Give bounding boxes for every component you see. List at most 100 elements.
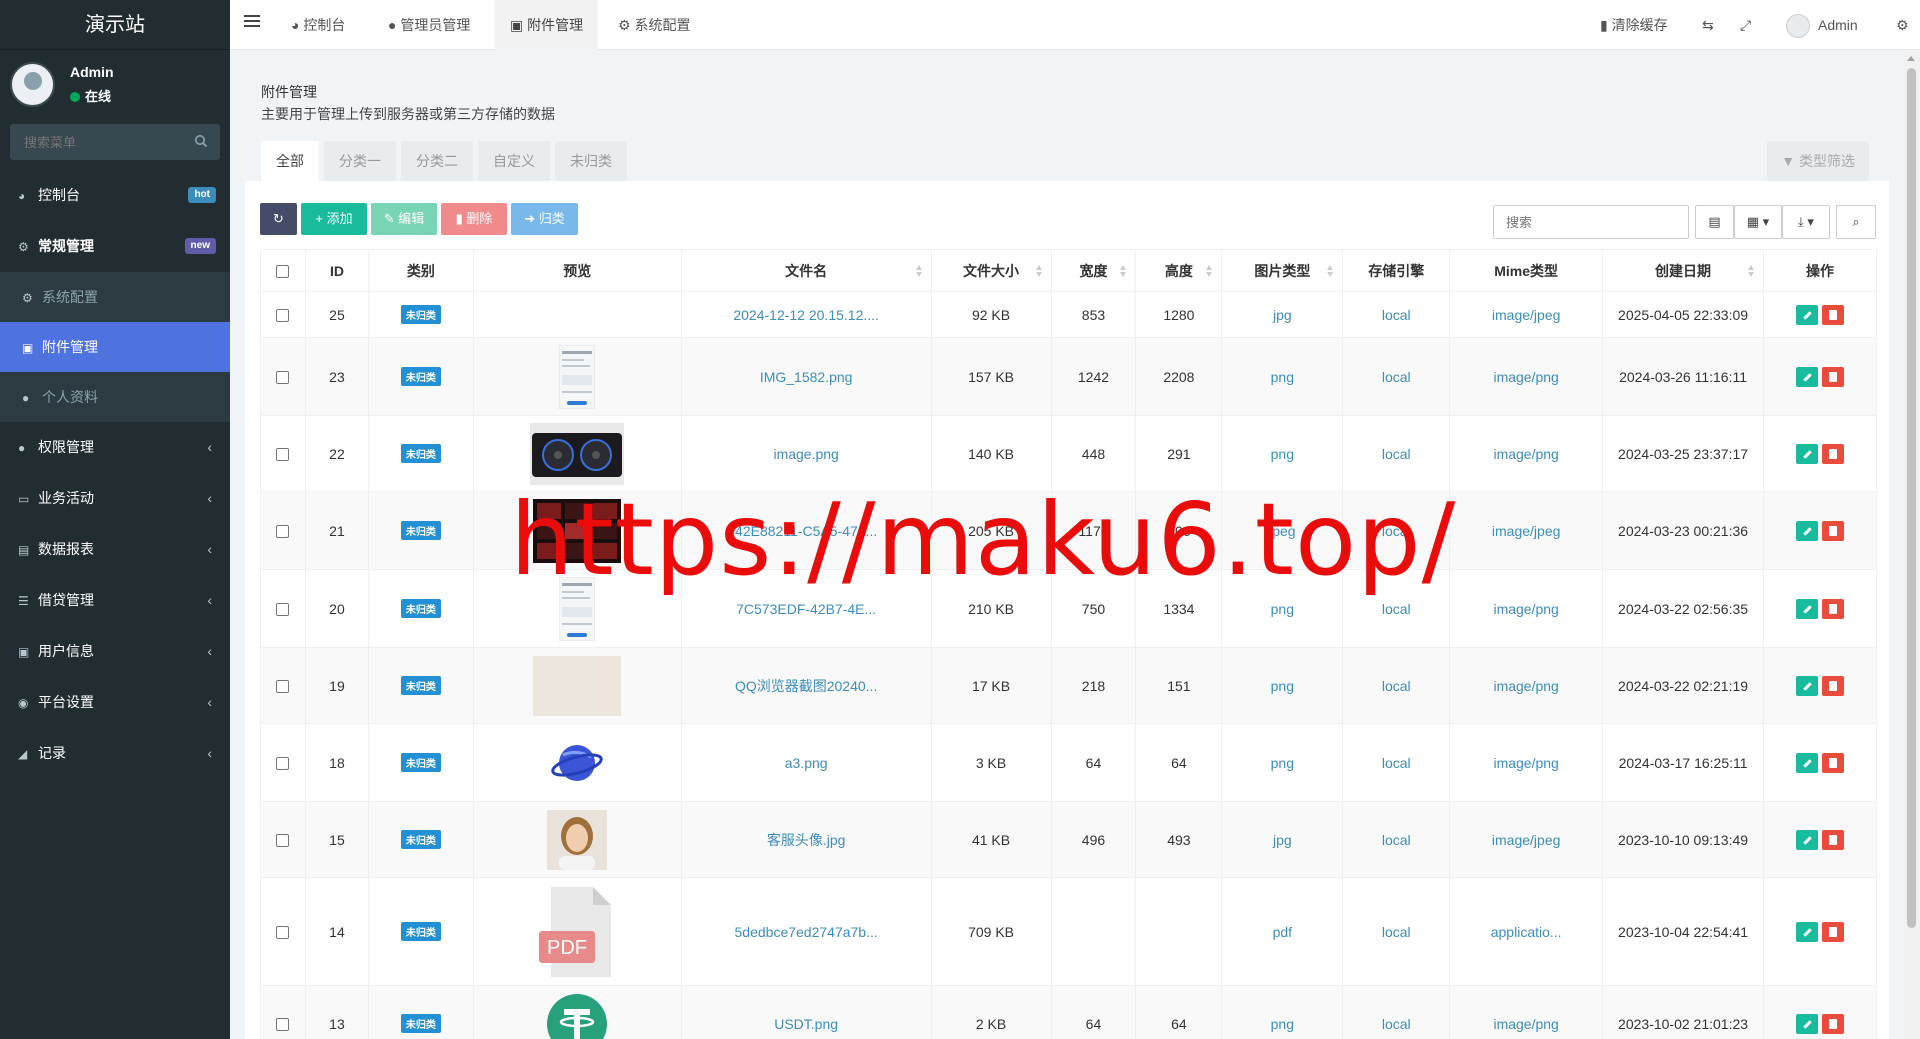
- cell-filename[interactable]: IMG_1582.png: [680, 337, 932, 416]
- cell-filename[interactable]: 7C573EDF-42B7-4E...: [680, 569, 932, 648]
- sidebar-search-input[interactable]: [10, 124, 220, 160]
- delete-row-button[interactable]: [1822, 1013, 1844, 1034]
- sidebar-item-report[interactable]: ▤ 数据报表 ‹: [0, 524, 230, 575]
- cell-type[interactable]: png: [1221, 569, 1344, 648]
- user-menu[interactable]: Admin: [1786, 0, 1858, 50]
- sidebar-item-dashboard[interactable]: ◕ 控制台 hot: [0, 170, 230, 221]
- cell-filename[interactable]: 5dedbce7ed2747a7b...: [680, 877, 932, 986]
- sidebar-item-config[interactable]: ⚙ 系统配置: [0, 272, 230, 322]
- cell-type[interactable]: png: [1221, 415, 1344, 492]
- table-row[interactable]: 15 未归类 客服头像.jpg 41 KB 496 493 jpg local image/jp…: [260, 801, 1877, 878]
- row-checkbox[interactable]: [276, 834, 290, 848]
- translate-icon[interactable]: ⇆: [1702, 0, 1714, 50]
- edit-row-button[interactable]: [1796, 921, 1818, 942]
- edit-row-button[interactable]: [1796, 1013, 1818, 1034]
- preview-image[interactable]: [547, 993, 608, 1039]
- scrollbar-thumb[interactable]: [1907, 68, 1916, 928]
- table-row[interactable]: 14 未归类 PDF 5dedbce7ed2747a7b... 709 KB pdf loc…: [260, 877, 1877, 986]
- add-button[interactable]: + 添加: [301, 203, 367, 235]
- sidebar-item-profile[interactable]: ● 个人资料: [0, 372, 230, 422]
- sidebar-item-activity[interactable]: ▭ 业务活动 ‹: [0, 473, 230, 524]
- tab-category-1[interactable]: 分类一: [324, 141, 396, 181]
- edit-row-button[interactable]: [1796, 752, 1818, 773]
- tab-attachment[interactable]: ▣ 附件管理: [495, 0, 599, 50]
- cell-mime[interactable]: image/png: [1449, 723, 1604, 802]
- pdf-file-icon[interactable]: PDF: [537, 885, 617, 979]
- row-checkbox[interactable]: [276, 371, 290, 385]
- cell-type[interactable]: pdf: [1221, 877, 1344, 986]
- preview-image[interactable]: [533, 655, 622, 716]
- table-row[interactable]: 25 未归类 2024-12-12 20.15.12.... 92 KB 853 1280…: [260, 291, 1877, 338]
- table-row[interactable]: 21 未归类 42E88211-C5A5-470... 205 KB 1170 806 jp…: [260, 491, 1877, 570]
- refresh-button[interactable]: ↻: [260, 203, 297, 235]
- delete-row-button[interactable]: [1822, 304, 1844, 325]
- cell-filename[interactable]: 客服头像.jpg: [680, 801, 932, 878]
- col-width[interactable]: 宽度: [1050, 249, 1137, 292]
- col-height[interactable]: 高度: [1135, 249, 1223, 292]
- cell-filename[interactable]: a3.png: [680, 723, 932, 802]
- clear-cache-button[interactable]: ▮ 清除缓存: [1600, 0, 1668, 50]
- table-row[interactable]: 18 未归类 a3.png 3 KB 64 64 png local image/png 2024…: [260, 723, 1877, 802]
- sidebar-item-attachment[interactable]: ▣ 附件管理: [0, 322, 230, 372]
- sidebar-item-platform[interactable]: ◉ 平台设置 ‹: [0, 677, 230, 728]
- cell-type[interactable]: png: [1221, 723, 1344, 802]
- cell-type[interactable]: jpg: [1221, 291, 1344, 338]
- delete-row-button[interactable]: [1822, 921, 1844, 942]
- col-image-type[interactable]: 图片类型: [1221, 249, 1344, 292]
- cell-mime[interactable]: image/png: [1449, 985, 1604, 1039]
- cell-mime[interactable]: image/png: [1449, 415, 1604, 492]
- export-button[interactable]: ⤓ ▾: [1782, 205, 1830, 239]
- cell-mime[interactable]: image/png: [1449, 337, 1604, 416]
- delete-row-button[interactable]: [1822, 829, 1844, 850]
- tab-unclassified[interactable]: 未归类: [555, 141, 627, 181]
- cell-storage[interactable]: local: [1342, 337, 1451, 416]
- edit-row-button[interactable]: [1796, 829, 1818, 850]
- row-checkbox[interactable]: [276, 926, 290, 940]
- tab-all[interactable]: 全部: [261, 141, 319, 181]
- cell-storage[interactable]: local: [1342, 291, 1451, 338]
- delete-button[interactable]: ▮ 删除: [441, 203, 507, 235]
- row-checkbox[interactable]: [276, 603, 290, 617]
- cell-filename[interactable]: 42E88211-C5A5-470...: [680, 491, 932, 570]
- select-all-checkbox[interactable]: [276, 265, 290, 279]
- app-title[interactable]: 演示站: [0, 0, 230, 50]
- scroll-up-icon[interactable]: [1907, 56, 1915, 61]
- cell-storage[interactable]: local: [1342, 647, 1451, 724]
- search-toggle-button[interactable]: ⌕: [1836, 205, 1876, 239]
- sidebar-item-auth[interactable]: ● 权限管理 ‹: [0, 422, 230, 473]
- cell-storage[interactable]: local: [1342, 723, 1451, 802]
- cell-mime[interactable]: applicatio...: [1449, 877, 1604, 986]
- cell-storage[interactable]: local: [1342, 491, 1451, 570]
- edit-row-button[interactable]: [1796, 598, 1818, 619]
- edit-row-button[interactable]: [1796, 675, 1818, 696]
- cell-storage[interactable]: local: [1342, 415, 1451, 492]
- delete-row-button[interactable]: [1822, 675, 1844, 696]
- col-id[interactable]: ID: [304, 249, 369, 292]
- columns-button[interactable]: ▦ ▾: [1734, 205, 1782, 239]
- cell-type[interactable]: jpg: [1221, 801, 1344, 878]
- toggle-view-button[interactable]: ▤: [1695, 205, 1734, 239]
- sidebar-item-general[interactable]: ⚙ 常规管理 new: [0, 221, 230, 272]
- page-scrollbar[interactable]: [1903, 50, 1920, 1039]
- delete-row-button[interactable]: [1822, 752, 1844, 773]
- cell-type[interactable]: png: [1221, 985, 1344, 1039]
- control-sidebar-icon[interactable]: ⚙: [1896, 0, 1909, 50]
- cell-filename[interactable]: USDT.png: [680, 985, 932, 1039]
- delete-row-button[interactable]: [1822, 366, 1844, 387]
- row-checkbox[interactable]: [276, 309, 290, 323]
- preview-image[interactable]: [559, 576, 596, 641]
- cell-type[interactable]: png: [1221, 337, 1344, 416]
- preview-image[interactable]: [530, 422, 625, 485]
- delete-row-button[interactable]: [1822, 443, 1844, 464]
- cell-storage[interactable]: local: [1342, 801, 1451, 878]
- fullscreen-icon[interactable]: ⤢: [1740, 0, 1751, 50]
- col-created[interactable]: 创建日期: [1602, 249, 1764, 292]
- table-row[interactable]: 22 未归类 image.png 140 KB 448 291 png local image/…: [260, 415, 1877, 492]
- edit-row-button[interactable]: [1796, 443, 1818, 464]
- row-checkbox[interactable]: [276, 525, 290, 539]
- cell-mime[interactable]: image/png: [1449, 569, 1604, 648]
- cell-mime[interactable]: image/png: [1449, 647, 1604, 724]
- tab-category-2[interactable]: 分类二: [401, 141, 473, 181]
- tab-dashboard[interactable]: ◕ 控制台: [276, 0, 360, 50]
- cell-mime[interactable]: image/jpeg: [1449, 491, 1604, 570]
